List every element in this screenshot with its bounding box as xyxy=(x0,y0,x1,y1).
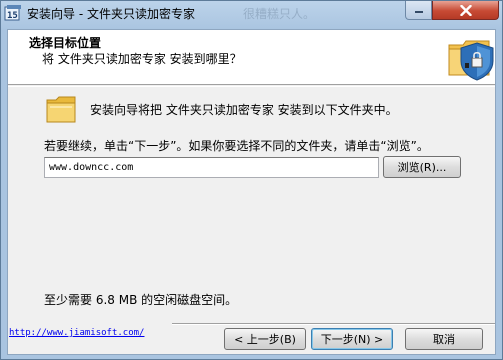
installer-app-icon: 15 xyxy=(4,4,22,22)
svg-text:15: 15 xyxy=(7,11,18,21)
window-title-ghost-text: 很糟糕只人。 xyxy=(243,7,316,21)
footer-divider xyxy=(172,323,495,325)
continue-hint-text: 若要继续，单击“下一步”。如果你要选择不同的文件夹，请单击“浏览”。 xyxy=(44,139,429,153)
minimize-icon xyxy=(414,11,423,13)
title-bar[interactable]: 15 安装向导 - 文件夹只读加密专家 很糟糕只人。 xyxy=(1,1,502,25)
wizard-page: 选择目标位置 将 文件夹只读加密专家 安装到哪里？ 安装向导将把 文件夹只读加密… xyxy=(7,29,496,355)
close-button[interactable] xyxy=(432,1,499,20)
close-icon xyxy=(459,4,472,16)
header-divider xyxy=(8,86,495,87)
back-button[interactable]: < 上一步(B) xyxy=(224,328,306,350)
minimize-button[interactable] xyxy=(405,1,432,20)
destination-path-input[interactable]: www.downcc.com xyxy=(44,157,379,178)
installer-window: 15 安装向导 - 文件夹只读加密专家 很糟糕只人。 选择目标位置 将 文件夹只… xyxy=(0,0,503,360)
window-title: 安装向导 - 文件夹只读加密专家 xyxy=(27,7,195,21)
browse-button[interactable]: 浏览(R)... xyxy=(383,156,461,178)
page-subtitle: 将 文件夹只读加密专家 安装到哪里？ xyxy=(42,52,242,66)
page-title: 选择目标位置 xyxy=(29,36,102,50)
install-intro-text: 安装向导将把 文件夹只读加密专家 安装到以下文件夹中。 xyxy=(90,103,398,117)
website-link[interactable]: http://www.jiamisoft.com/ xyxy=(9,328,144,338)
encrypted-folder-shield-icon xyxy=(445,31,497,83)
next-button[interactable]: 下一步(N) > xyxy=(311,328,393,350)
folder-icon xyxy=(45,94,79,126)
wizard-header: 选择目标位置 将 文件夹只读加密专家 安装到哪里？ xyxy=(8,30,495,85)
disk-space-required-text: 至少需要 6.8 MB 的空闲磁盘空间。 xyxy=(44,293,238,307)
cancel-button[interactable]: 取消 xyxy=(405,328,483,350)
